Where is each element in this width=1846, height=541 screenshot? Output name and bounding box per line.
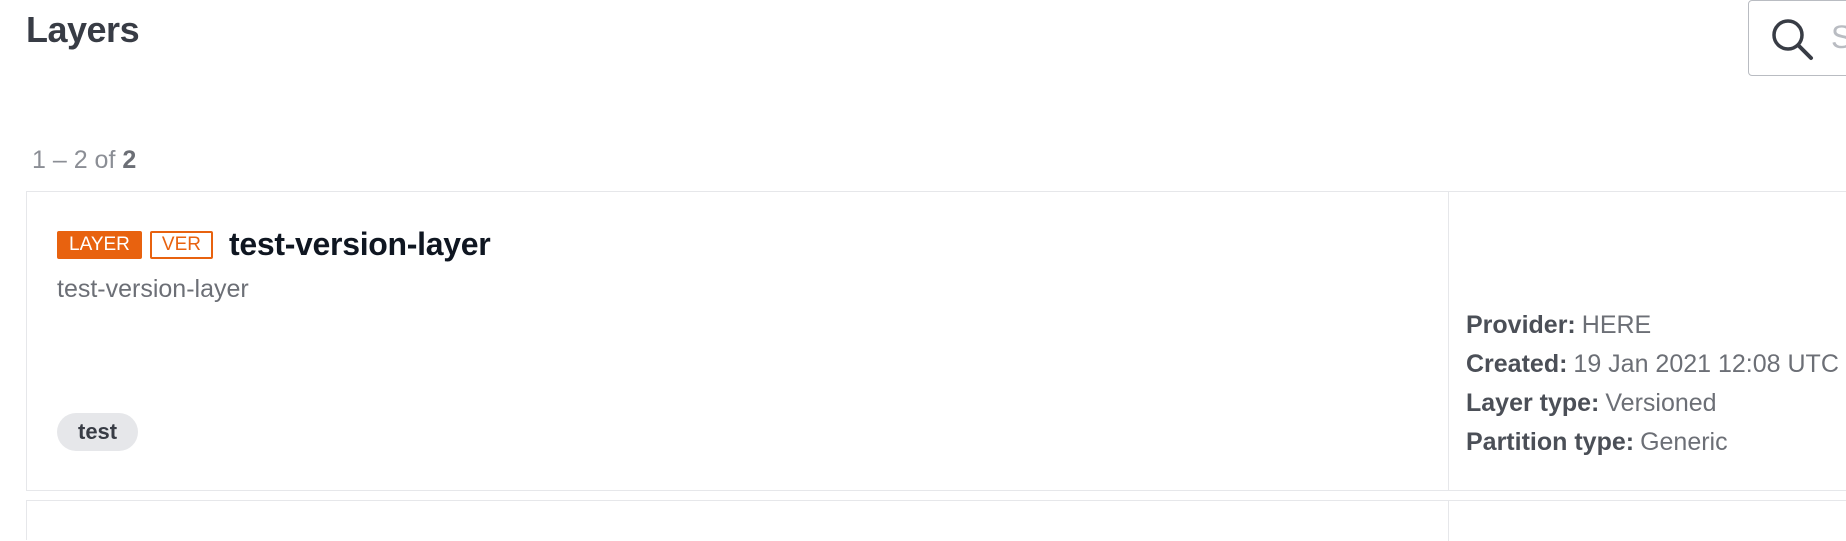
card-divider (1448, 192, 1449, 490)
layer-card-next[interactable] (26, 500, 1846, 541)
result-range: 1 – 2 of (32, 146, 123, 174)
meta-provider-label: Provider: (1466, 311, 1576, 339)
search-icon (1772, 19, 1813, 60)
meta-provider: Provider: HERE (1466, 306, 1839, 345)
layer-title-link[interactable]: test-version-layer (229, 226, 491, 263)
layer-description: test-version-layer (57, 275, 249, 303)
layer-card[interactable]: LAYER VER test-version-layer test-versio… (26, 191, 1846, 491)
search-placeholder: S (1831, 19, 1846, 55)
meta-created: Created: 19 Jan 2021 12:08 UTC (1466, 345, 1839, 384)
layer-card-header: LAYER VER test-version-layer (57, 226, 491, 263)
search-input[interactable]: S (1748, 0, 1846, 76)
meta-layer-type-value: Versioned (1605, 389, 1717, 417)
card-divider (1448, 501, 1449, 541)
result-total: 2 (122, 146, 137, 174)
layer-metadata: Provider: HERE Created: 19 Jan 2021 12:08 … (1466, 306, 1839, 462)
layer-badge: LAYER (57, 230, 142, 259)
tag-chip[interactable]: test (57, 413, 139, 451)
meta-provider-value: HERE (1581, 311, 1652, 339)
meta-partition-type: Partition type: Generic (1466, 423, 1839, 462)
version-badge: VER (149, 230, 213, 259)
meta-created-label: Created: (1466, 350, 1568, 378)
meta-partition-type-value: Generic (1640, 428, 1728, 456)
meta-layer-type: Layer type: Versioned (1466, 384, 1839, 423)
page-title: Layers (26, 9, 140, 50)
meta-layer-type-label: Layer type: (1466, 389, 1600, 417)
meta-created-value: 19 Jan 2021 12:08 UTC (1573, 350, 1839, 378)
result-count: 1 – 2 of 2 (32, 145, 136, 175)
meta-partition-type-label: Partition type: (1466, 428, 1635, 456)
